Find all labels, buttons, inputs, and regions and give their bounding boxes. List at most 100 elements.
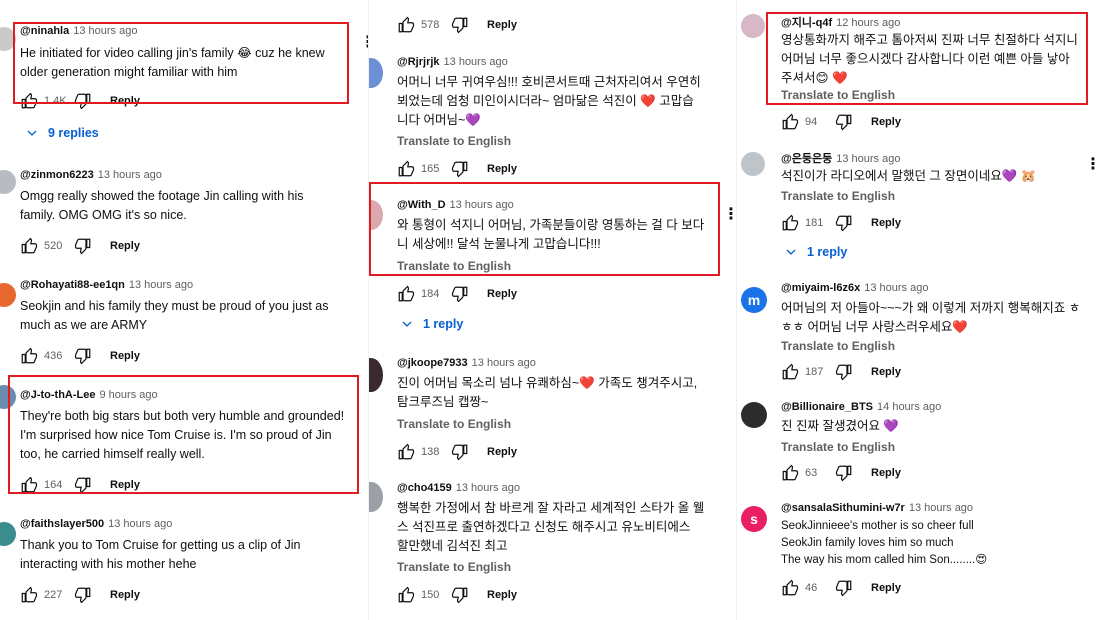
like-icon[interactable] [397, 586, 415, 604]
translate-button[interactable]: Translate to English [397, 417, 511, 431]
comment-actions: 46 Reply [781, 578, 901, 598]
reply-button[interactable]: Reply [871, 217, 901, 229]
avatar[interactable] [741, 152, 765, 176]
comment-column-1: @ninahla 13 hours ago He initiated for vi… [0, 0, 368, 620]
like-count: 150 [421, 589, 440, 601]
reply-button[interactable]: Reply [110, 240, 140, 252]
avatar[interactable]: s [741, 506, 767, 532]
like-icon[interactable] [397, 443, 415, 461]
like-icon[interactable] [20, 347, 38, 365]
dislike-icon[interactable] [74, 586, 92, 604]
comment-author[interactable]: @jkoope7933 13 hours ago [397, 357, 536, 369]
comment-author[interactable]: @miyaim-l6z6x 13 hours ago [781, 282, 928, 294]
avatar[interactable]: m [741, 287, 767, 313]
translate-button[interactable]: Translate to English [781, 440, 895, 454]
author-handle[interactable]: @jkoope7933 [397, 357, 468, 369]
more-actions-icon[interactable]: ⋮ [360, 35, 368, 51]
comment-time: 13 hours ago [443, 56, 508, 68]
reply-button[interactable]: Reply [487, 589, 517, 601]
dislike-icon[interactable] [451, 16, 469, 34]
reply-button[interactable]: Reply [487, 288, 517, 300]
dislike-icon[interactable] [451, 160, 469, 178]
comment-author[interactable]: @faithslayer500 13 hours ago [20, 518, 172, 530]
avatar[interactable] [0, 522, 16, 546]
reply-button[interactable]: Reply [487, 19, 517, 31]
like-icon[interactable] [781, 363, 799, 381]
translate-button[interactable]: Translate to English [397, 134, 511, 148]
like-icon[interactable] [781, 464, 799, 482]
comment-text: 행복한 가정에서 참 바르게 잘 자라고 세계적인 스타가 올 웰스 석진프로 … [397, 501, 705, 553]
reply-button[interactable]: Reply [871, 582, 901, 594]
comment-actions: 184 Reply [397, 284, 517, 304]
like-icon[interactable] [781, 113, 799, 131]
like-icon[interactable] [20, 237, 38, 255]
avatar[interactable] [741, 402, 767, 428]
comment-author[interactable]: @zinmon6223 13 hours ago [20, 169, 162, 181]
reply-button[interactable]: Reply [487, 163, 517, 175]
avatar[interactable] [0, 170, 16, 194]
dislike-icon[interactable] [835, 363, 853, 381]
reply-button[interactable]: Reply [487, 446, 517, 458]
comment-actions: 578 Reply [397, 15, 517, 35]
reply-button[interactable]: Reply [871, 467, 901, 479]
translate-button[interactable]: Translate to English [397, 560, 511, 574]
like-count: 184 [421, 288, 440, 300]
like-icon[interactable] [781, 579, 799, 597]
like-icon[interactable] [20, 586, 38, 604]
like-count: 227 [44, 589, 63, 601]
author-handle[interactable]: @cho4159 [397, 482, 452, 494]
like-icon[interactable] [397, 16, 415, 34]
reply-button[interactable]: Reply [110, 589, 140, 601]
comment-author[interactable]: @은둥은둥 13 hours ago [781, 150, 900, 166]
comment-actions: 181 Reply [781, 213, 901, 233]
dislike-icon[interactable] [451, 443, 469, 461]
view-replies-button[interactable]: 1 reply [401, 317, 463, 331]
dislike-icon[interactable] [74, 347, 92, 365]
author-handle[interactable]: @Rohayati88-ee1qn [20, 279, 125, 291]
chevron-down-icon [785, 246, 797, 258]
comment-actions: 94 Reply [781, 112, 901, 132]
author-handle[interactable]: @zinmon6223 [20, 169, 94, 181]
like-icon[interactable] [397, 160, 415, 178]
avatar[interactable] [369, 58, 383, 88]
more-actions-icon[interactable]: ⋮ [723, 207, 736, 223]
dislike-icon[interactable] [835, 113, 853, 131]
like-icon[interactable] [781, 214, 799, 232]
comment-time: 13 hours ago [455, 482, 520, 494]
avatar[interactable] [741, 14, 765, 38]
like-count: 520 [44, 240, 63, 252]
comment-actions: 138 Reply [397, 442, 517, 462]
dislike-icon[interactable] [451, 285, 469, 303]
translate-button[interactable]: Translate to English [781, 339, 895, 353]
reply-button[interactable]: Reply [110, 350, 140, 362]
dislike-icon[interactable] [74, 237, 92, 255]
author-handle[interactable]: @sansalaSithumini-w7r [781, 502, 905, 514]
author-handle[interactable]: @은둥은둥 [781, 153, 832, 165]
view-replies-button[interactable]: 9 replies [26, 126, 99, 140]
author-handle[interactable]: @miyaim-l6z6x [781, 282, 860, 294]
dislike-icon[interactable] [835, 464, 853, 482]
comment-author[interactable]: @sansalaSithumini-w7r 13 hours ago [781, 502, 973, 514]
avatar-letter: m [747, 292, 761, 308]
author-handle[interactable]: @faithslayer500 [20, 518, 104, 530]
dislike-icon[interactable] [451, 586, 469, 604]
reply-button[interactable]: Reply [871, 116, 901, 128]
translate-button[interactable]: Translate to English [781, 189, 895, 203]
reply-button[interactable]: Reply [871, 366, 901, 378]
author-handle[interactable]: @Billionaire_BTS [781, 401, 873, 413]
avatar[interactable] [369, 358, 383, 392]
dislike-icon[interactable] [835, 579, 853, 597]
dislike-icon[interactable] [835, 214, 853, 232]
comment-author[interactable]: @Billionaire_BTS 14 hours ago [781, 401, 941, 413]
view-replies-button[interactable]: 1 reply [785, 245, 847, 259]
like-icon[interactable] [397, 285, 415, 303]
more-actions-icon[interactable]: ⋮ [1085, 157, 1101, 173]
avatar[interactable] [369, 482, 383, 512]
comment-author[interactable]: @Rohayati88-ee1qn 13 hours ago [20, 279, 193, 291]
comment-author[interactable]: @cho4159 13 hours ago [397, 482, 520, 494]
author-handle[interactable]: @Rjrjrjk [397, 56, 440, 68]
avatar[interactable] [0, 283, 16, 307]
comment-author[interactable]: @Rjrjrjk 13 hours ago [397, 56, 508, 68]
like-count: 63 [805, 467, 818, 479]
comment-actions: 150 Reply [397, 585, 517, 605]
